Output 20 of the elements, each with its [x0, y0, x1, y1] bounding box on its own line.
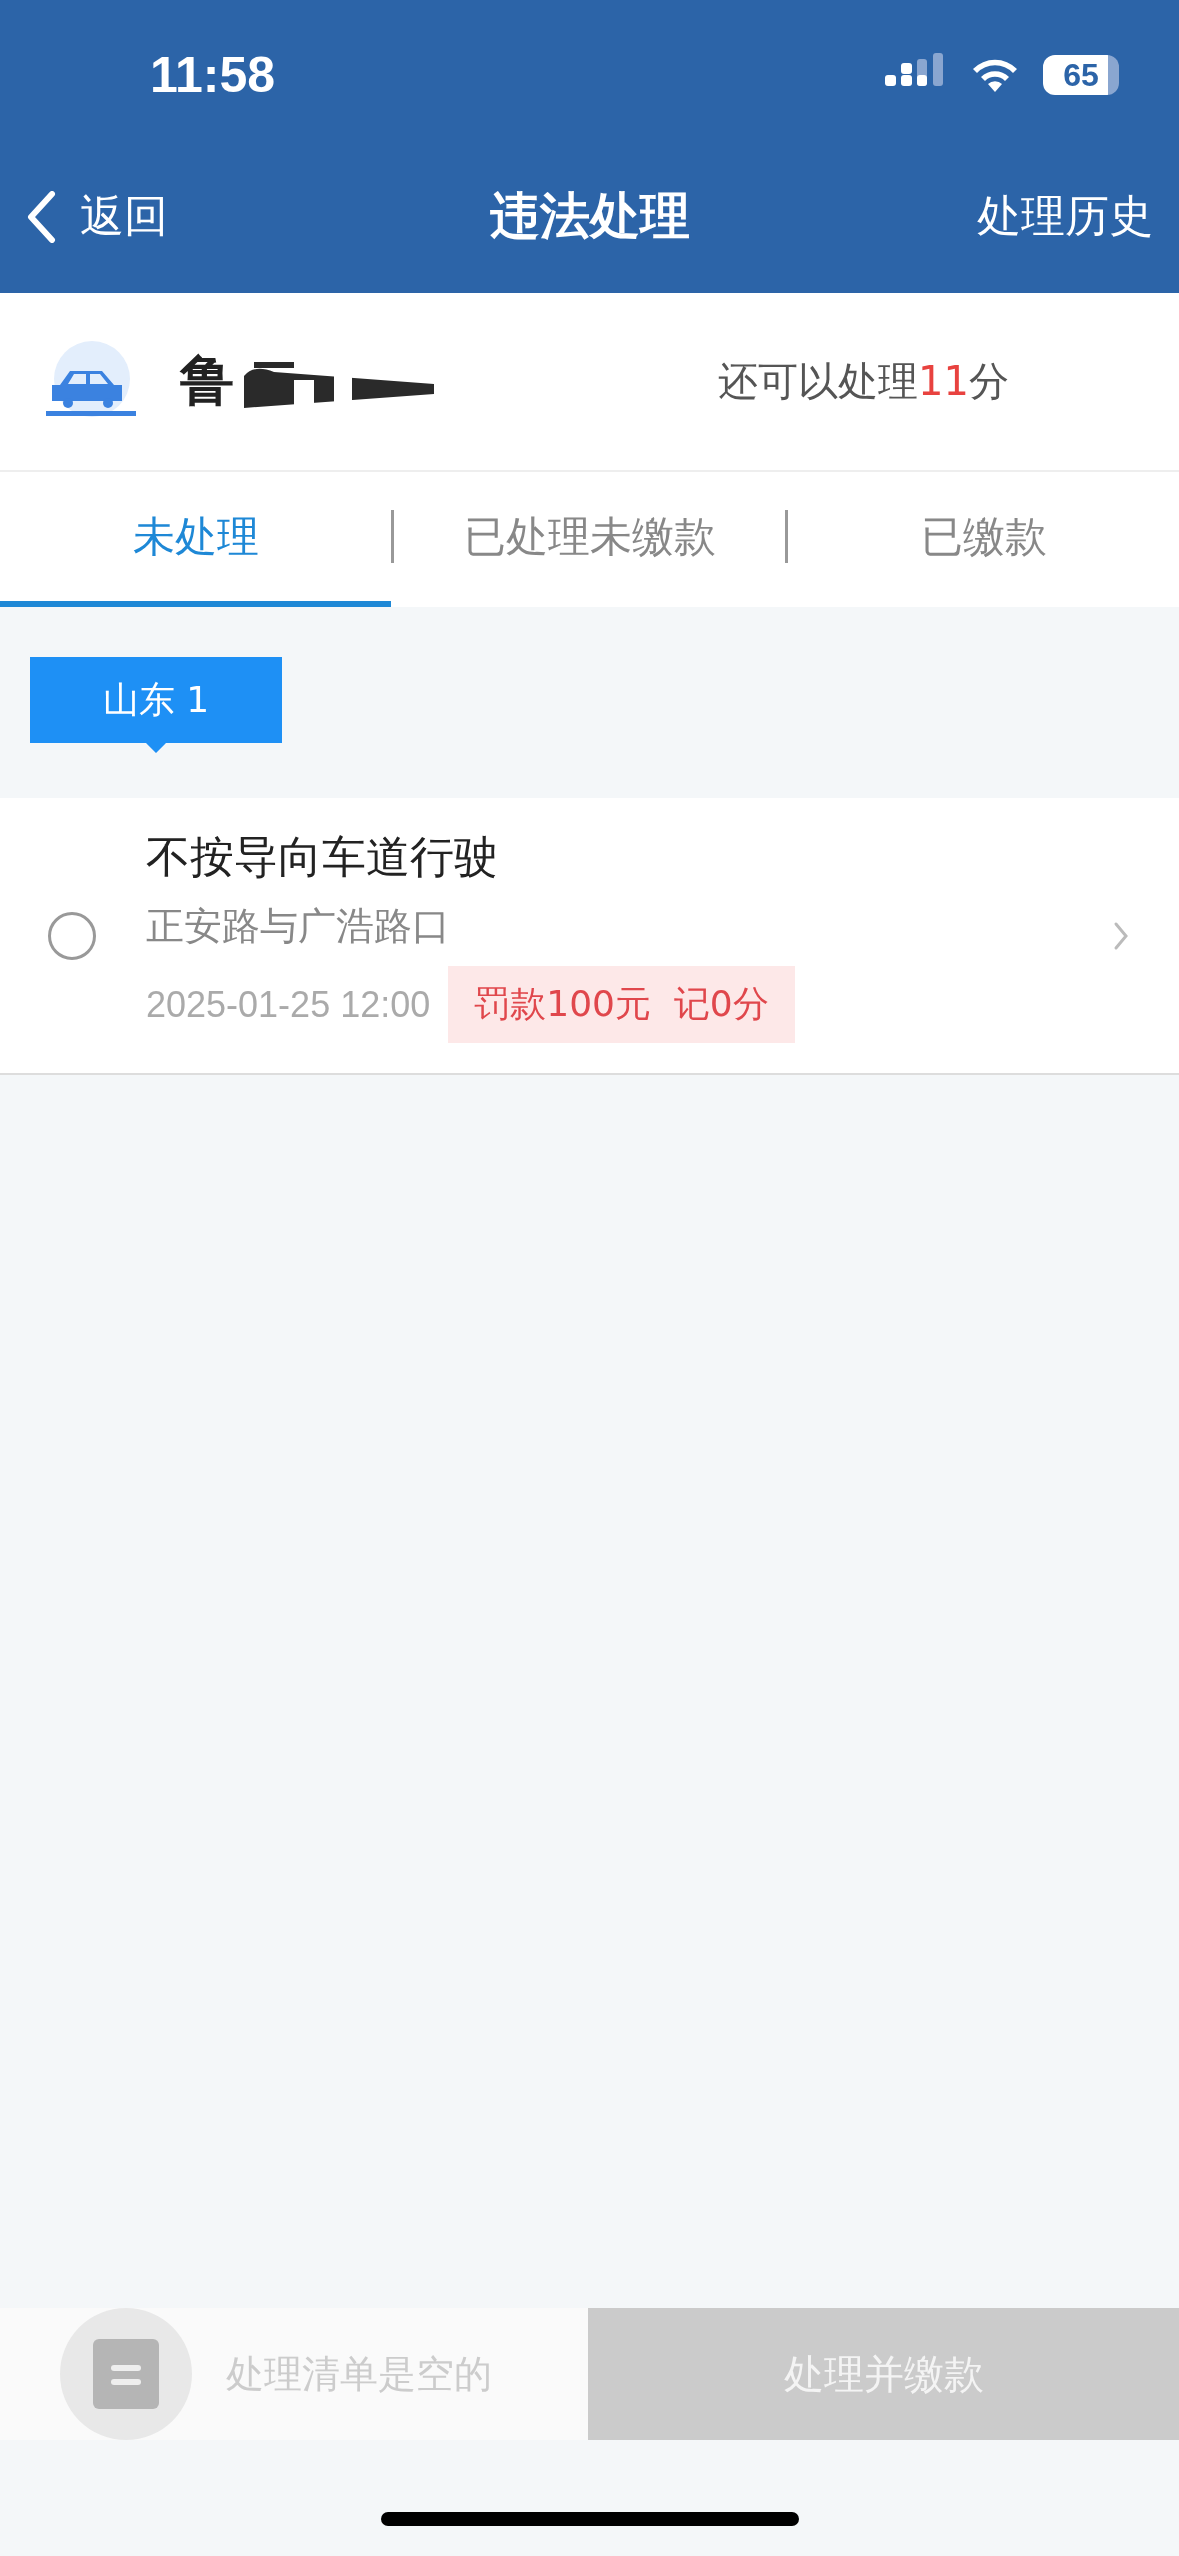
- chevron-right-icon: [1113, 920, 1129, 951]
- remaining-points: 还可以处理11分: [718, 357, 1009, 406]
- chevron-left-icon: [26, 190, 56, 243]
- status-tab[interactable]: 已处理未缴款: [394, 472, 785, 607]
- back-label: 返回: [80, 189, 168, 243]
- status-time: 11:58: [150, 46, 276, 104]
- violation-card[interactable]: 不按导向车道行驶 正安路与广浩路口 2025-01-25 12:00 罚款100元 记0分: [0, 798, 1179, 1075]
- history-button[interactable]: 处理历史: [977, 187, 1153, 246]
- violation-location: 正安路与广浩路口: [146, 903, 451, 950]
- plate-number: 鲁: [180, 348, 234, 414]
- penalty-badge: 罚款100元 记0分: [448, 966, 795, 1043]
- violation-title: 不按导向车道行驶: [146, 830, 499, 884]
- status-tab[interactable]: 已缴款: [788, 472, 1179, 607]
- status-tab[interactable]: 未处理: [0, 472, 391, 607]
- select-radio[interactable]: [48, 911, 96, 960]
- page-title: 违法处理: [489, 186, 690, 247]
- violation-time: 2025-01-25 12:00: [146, 983, 431, 1026]
- battery-icon: 65: [1043, 55, 1119, 95]
- region-tag[interactable]: 山东 1: [30, 657, 282, 753]
- back-button[interactable]: 返回: [26, 187, 168, 246]
